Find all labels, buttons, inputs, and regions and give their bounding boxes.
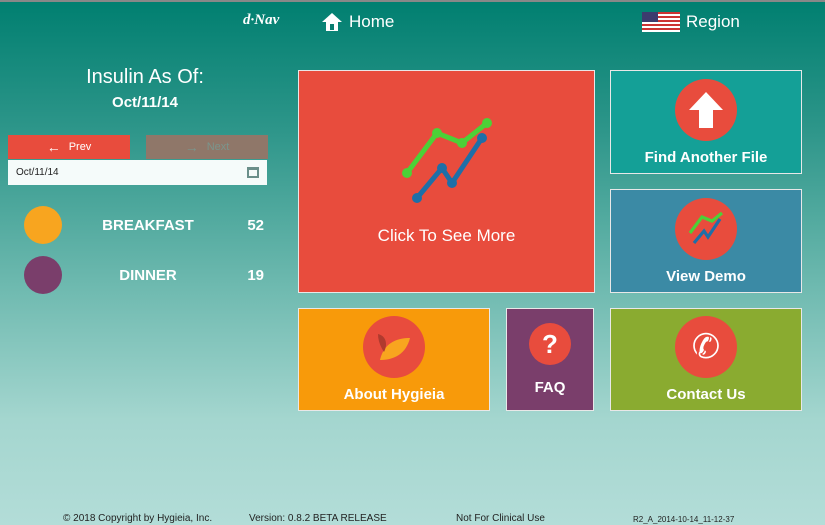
next-button[interactable]: → Next [146, 135, 268, 159]
arrow-right-icon: → [184, 139, 199, 155]
meal-name: DINNER [119, 266, 177, 284]
home-label: Home [349, 12, 395, 31]
insulin-title: Insulin As Of: [86, 66, 204, 88]
home-icon [322, 13, 342, 31]
dinner-icon [24, 256, 62, 294]
hygieia-leaf-icon [363, 316, 425, 378]
next-label: Next [206, 141, 230, 153]
about-label: About Hygieia [343, 386, 445, 403]
version: Version: 0.8.2 BETA RELEASE [249, 513, 387, 524]
chart-icon [401, 117, 492, 203]
date-input[interactable]: Oct/11/14 [8, 160, 267, 185]
faq-tile[interactable]: ? FAQ [506, 308, 594, 411]
see-more-tile[interactable]: Click To See More [298, 70, 595, 293]
view-demo-tile[interactable]: View Demo [610, 189, 802, 293]
meal-value: 52 [247, 216, 264, 234]
contact-label: Contact Us [666, 386, 746, 403]
meal-value: 19 [247, 266, 264, 284]
meal-row-dinner: DINNER 19 [24, 256, 264, 294]
question-icon: ? [529, 323, 571, 365]
meal-name: BREAKFAST [102, 216, 194, 234]
meal-row-breakfast: BREAKFAST 52 [24, 206, 264, 244]
find-file-label: Find Another File [644, 148, 768, 166]
see-more-label: Click To See More [377, 225, 516, 245]
calendar-icon[interactable] [247, 167, 259, 178]
us-flag-icon [642, 12, 680, 32]
arrow-left-icon: ← [46, 139, 61, 155]
region-label: Region [686, 12, 740, 31]
clinical-notice: Not For Clinical Use [456, 513, 545, 524]
faq-label: FAQ [534, 379, 566, 396]
date-input-value: Oct/11/14 [16, 167, 59, 178]
insulin-date: Oct/11/14 [112, 94, 178, 111]
contact-tile[interactable]: ✆ Contact Us [610, 308, 802, 411]
breakfast-icon [24, 206, 62, 244]
view-demo-label: View Demo [666, 267, 746, 285]
build-id: R2_A_2014-10-14_11-12-37 [633, 515, 735, 524]
dnav-logo[interactable]: d·Nav [243, 12, 279, 29]
prev-button[interactable]: ← Prev [8, 135, 130, 159]
find-file-tile[interactable]: Find Another File [610, 70, 802, 174]
home-link[interactable]: Home [321, 12, 394, 32]
upload-arrow-icon [675, 78, 737, 141]
prev-label: Prev [68, 141, 92, 153]
demo-chart-icon [675, 197, 737, 260]
logo-text: d·Nav [243, 12, 280, 28]
copyright: © 2018 Copyright by Hygieia, Inc. [63, 513, 213, 524]
about-tile[interactable]: About Hygieia [298, 308, 490, 411]
phone-icon: ✆ [675, 316, 737, 378]
region-link[interactable]: Region [642, 12, 740, 32]
